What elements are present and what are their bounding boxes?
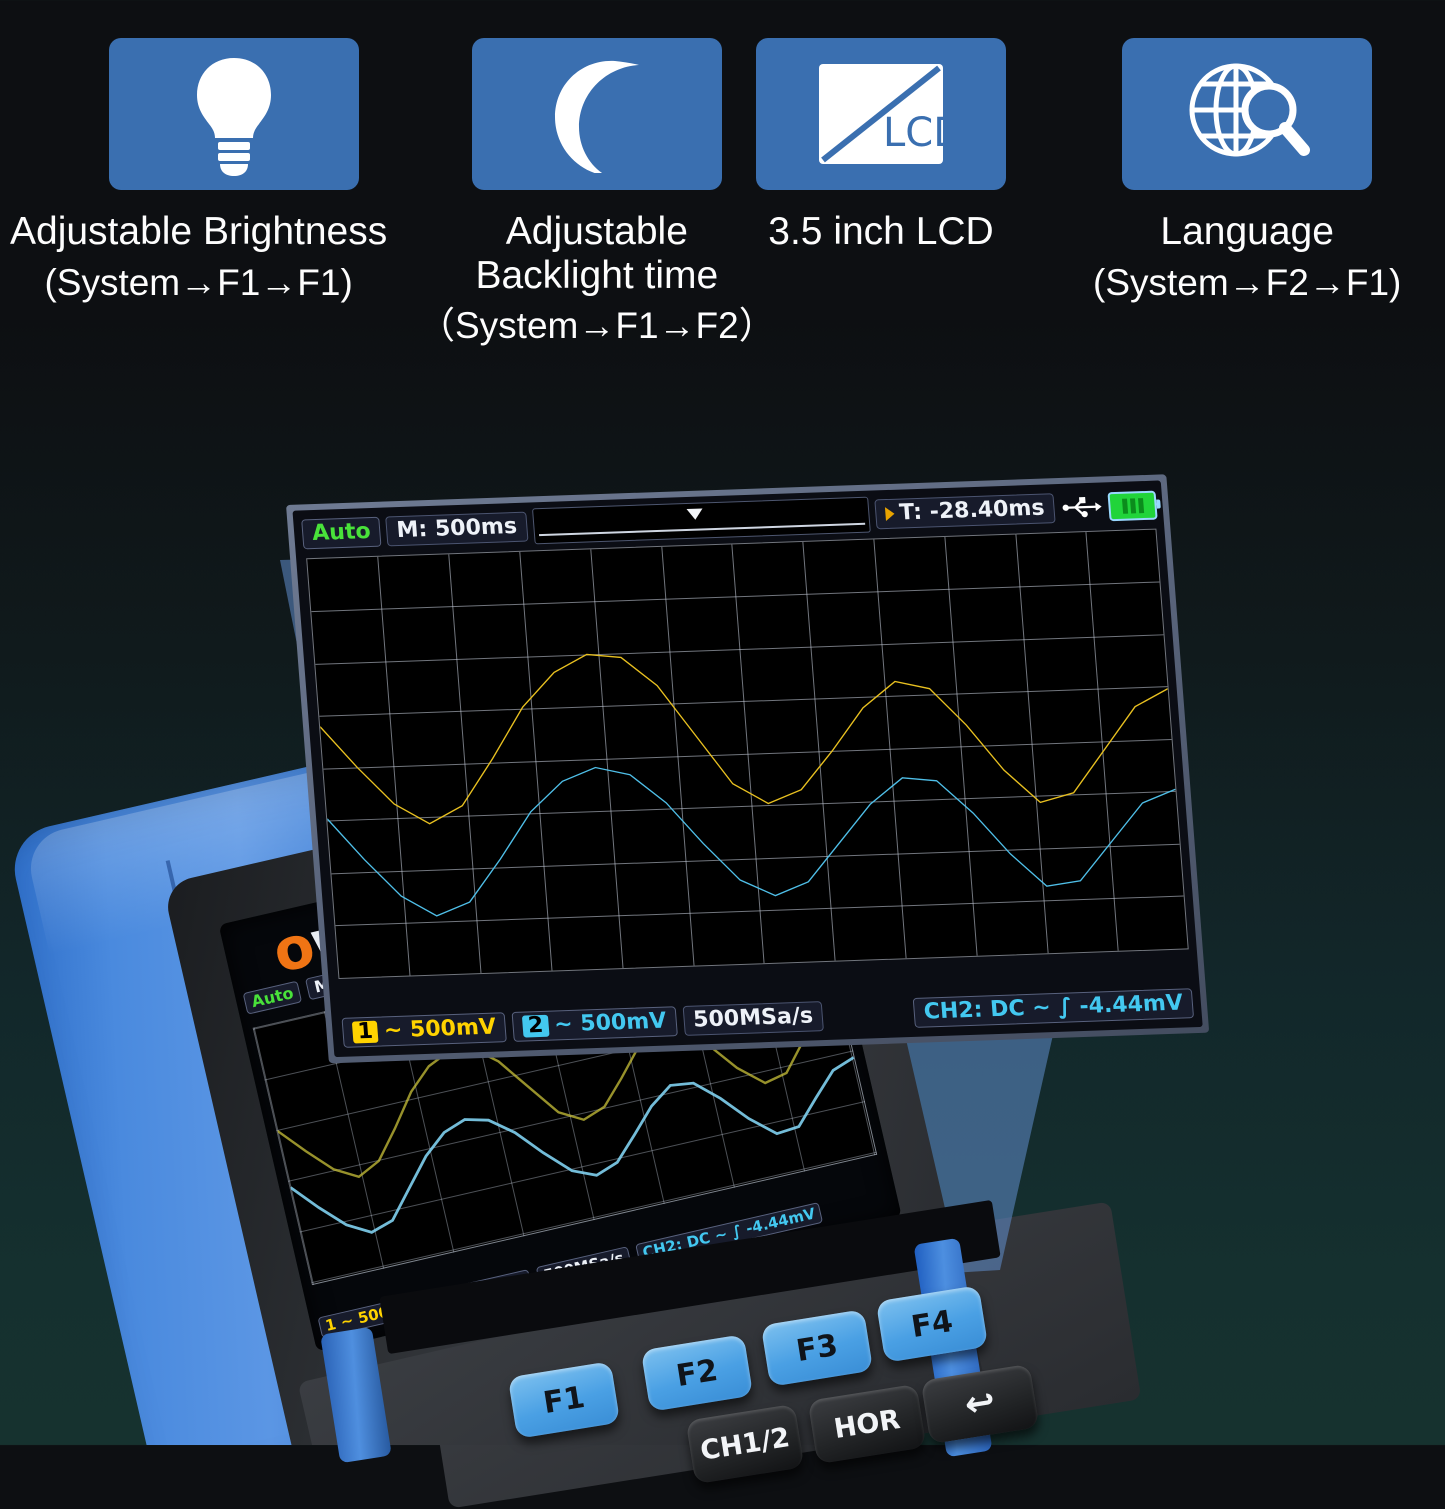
ch1-number: 1: [351, 1019, 379, 1044]
ch1-scale: ~ 500mV: [382, 1014, 497, 1044]
scope-bottom-status-bar: 1 ~ 500mV 2 ~ 500mV 500MSa/s CH2: DC ~ ∫…: [341, 984, 1195, 1052]
ch2-trace: [324, 747, 1183, 919]
svg-text:LCD: LCD: [883, 110, 945, 156]
horizontal-position-ribbon[interactable]: [531, 496, 871, 545]
lightbulb-icon: [196, 57, 271, 176]
magnified-screen-panel: Auto M: 500ms T: -28.40ms 1 ~ 500mV 2 ~ …: [286, 474, 1210, 1064]
ch2-number: 2: [522, 1013, 550, 1038]
waveform-traces: [307, 530, 1187, 978]
feature-item-brightness[interactable]: Adjustable Brightness (System→F1→F1): [10, 38, 387, 305]
trigger-arrow-icon: [884, 506, 896, 522]
feature-item-lcd[interactable]: LCD 3.5 inch LCD: [756, 38, 1006, 262]
ch1-badge-large[interactable]: 1 ~ 500mV: [341, 1012, 508, 1048]
feature-subtitle: (System→F1→F1): [44, 261, 353, 303]
feature-title: Adjustable Brightness: [10, 210, 388, 253]
trigger-position-badge[interactable]: T: -28.40ms: [874, 493, 1056, 530]
trigger-position-value: T: -28.40ms: [898, 495, 1046, 526]
ch1-trace: [315, 634, 1176, 827]
globe-search-icon-tile: [1122, 38, 1373, 190]
lcd-screen-icon-tile: LCD: [756, 38, 1006, 190]
moon-icon-tile: [471, 38, 722, 190]
screen-inner: Auto M: 500ms T: -28.40ms 1 ~ 500mV 2 ~ …: [292, 480, 1203, 1058]
lightbulb-icon-tile: [108, 38, 359, 190]
lcd-screen-icon: LCD: [819, 64, 945, 164]
feature-subtitle: （System→F1→F2）: [418, 305, 776, 347]
feature-item-backlight[interactable]: Adjustable Backlight time （System→F1→F2）: [418, 38, 776, 348]
usb-icon: [1062, 497, 1102, 518]
waveform-grid[interactable]: [306, 528, 1189, 980]
bottom-bar-spacer: [830, 1013, 907, 1016]
feature-item-language[interactable]: Language (System→F2→F1): [1093, 38, 1401, 305]
back-arrow-icon: ↩: [961, 1380, 999, 1427]
ch2-scale: ~ 500mV: [553, 1008, 668, 1038]
battery-bar: [1129, 497, 1136, 513]
ribbon-baseline: [538, 522, 866, 537]
feature-title: Language: [1160, 210, 1334, 253]
trigger-mode-badge-large[interactable]: Auto: [301, 516, 382, 550]
feature-title: Adjustable Backlight time: [475, 210, 719, 297]
timebase-badge-large[interactable]: M: 500ms: [385, 511, 529, 547]
battery-bar: [1121, 498, 1128, 514]
sample-rate-badge-large: 500MSa/s: [682, 1001, 825, 1036]
moon-icon: [554, 60, 639, 173]
ch2-measure-badge-large: CH2: DC ~ ∫ -4.44mV: [912, 988, 1195, 1028]
feature-title: 3.5 inch LCD: [768, 210, 994, 253]
battery-icon: [1107, 490, 1158, 521]
feature-strip: Adjustable Brightness (System→F1→F1) Adj…: [0, 0, 1445, 400]
globe-search-icon: [1189, 63, 1311, 157]
trigger-mode-badge[interactable]: Auto: [242, 980, 303, 1015]
trigger-position-marker-icon: [686, 508, 704, 520]
feature-subtitle: (System→F2→F1): [1093, 261, 1402, 303]
ch2-badge-large[interactable]: 2 ~ 500mV: [511, 1006, 678, 1042]
battery-bar: [1137, 497, 1144, 513]
